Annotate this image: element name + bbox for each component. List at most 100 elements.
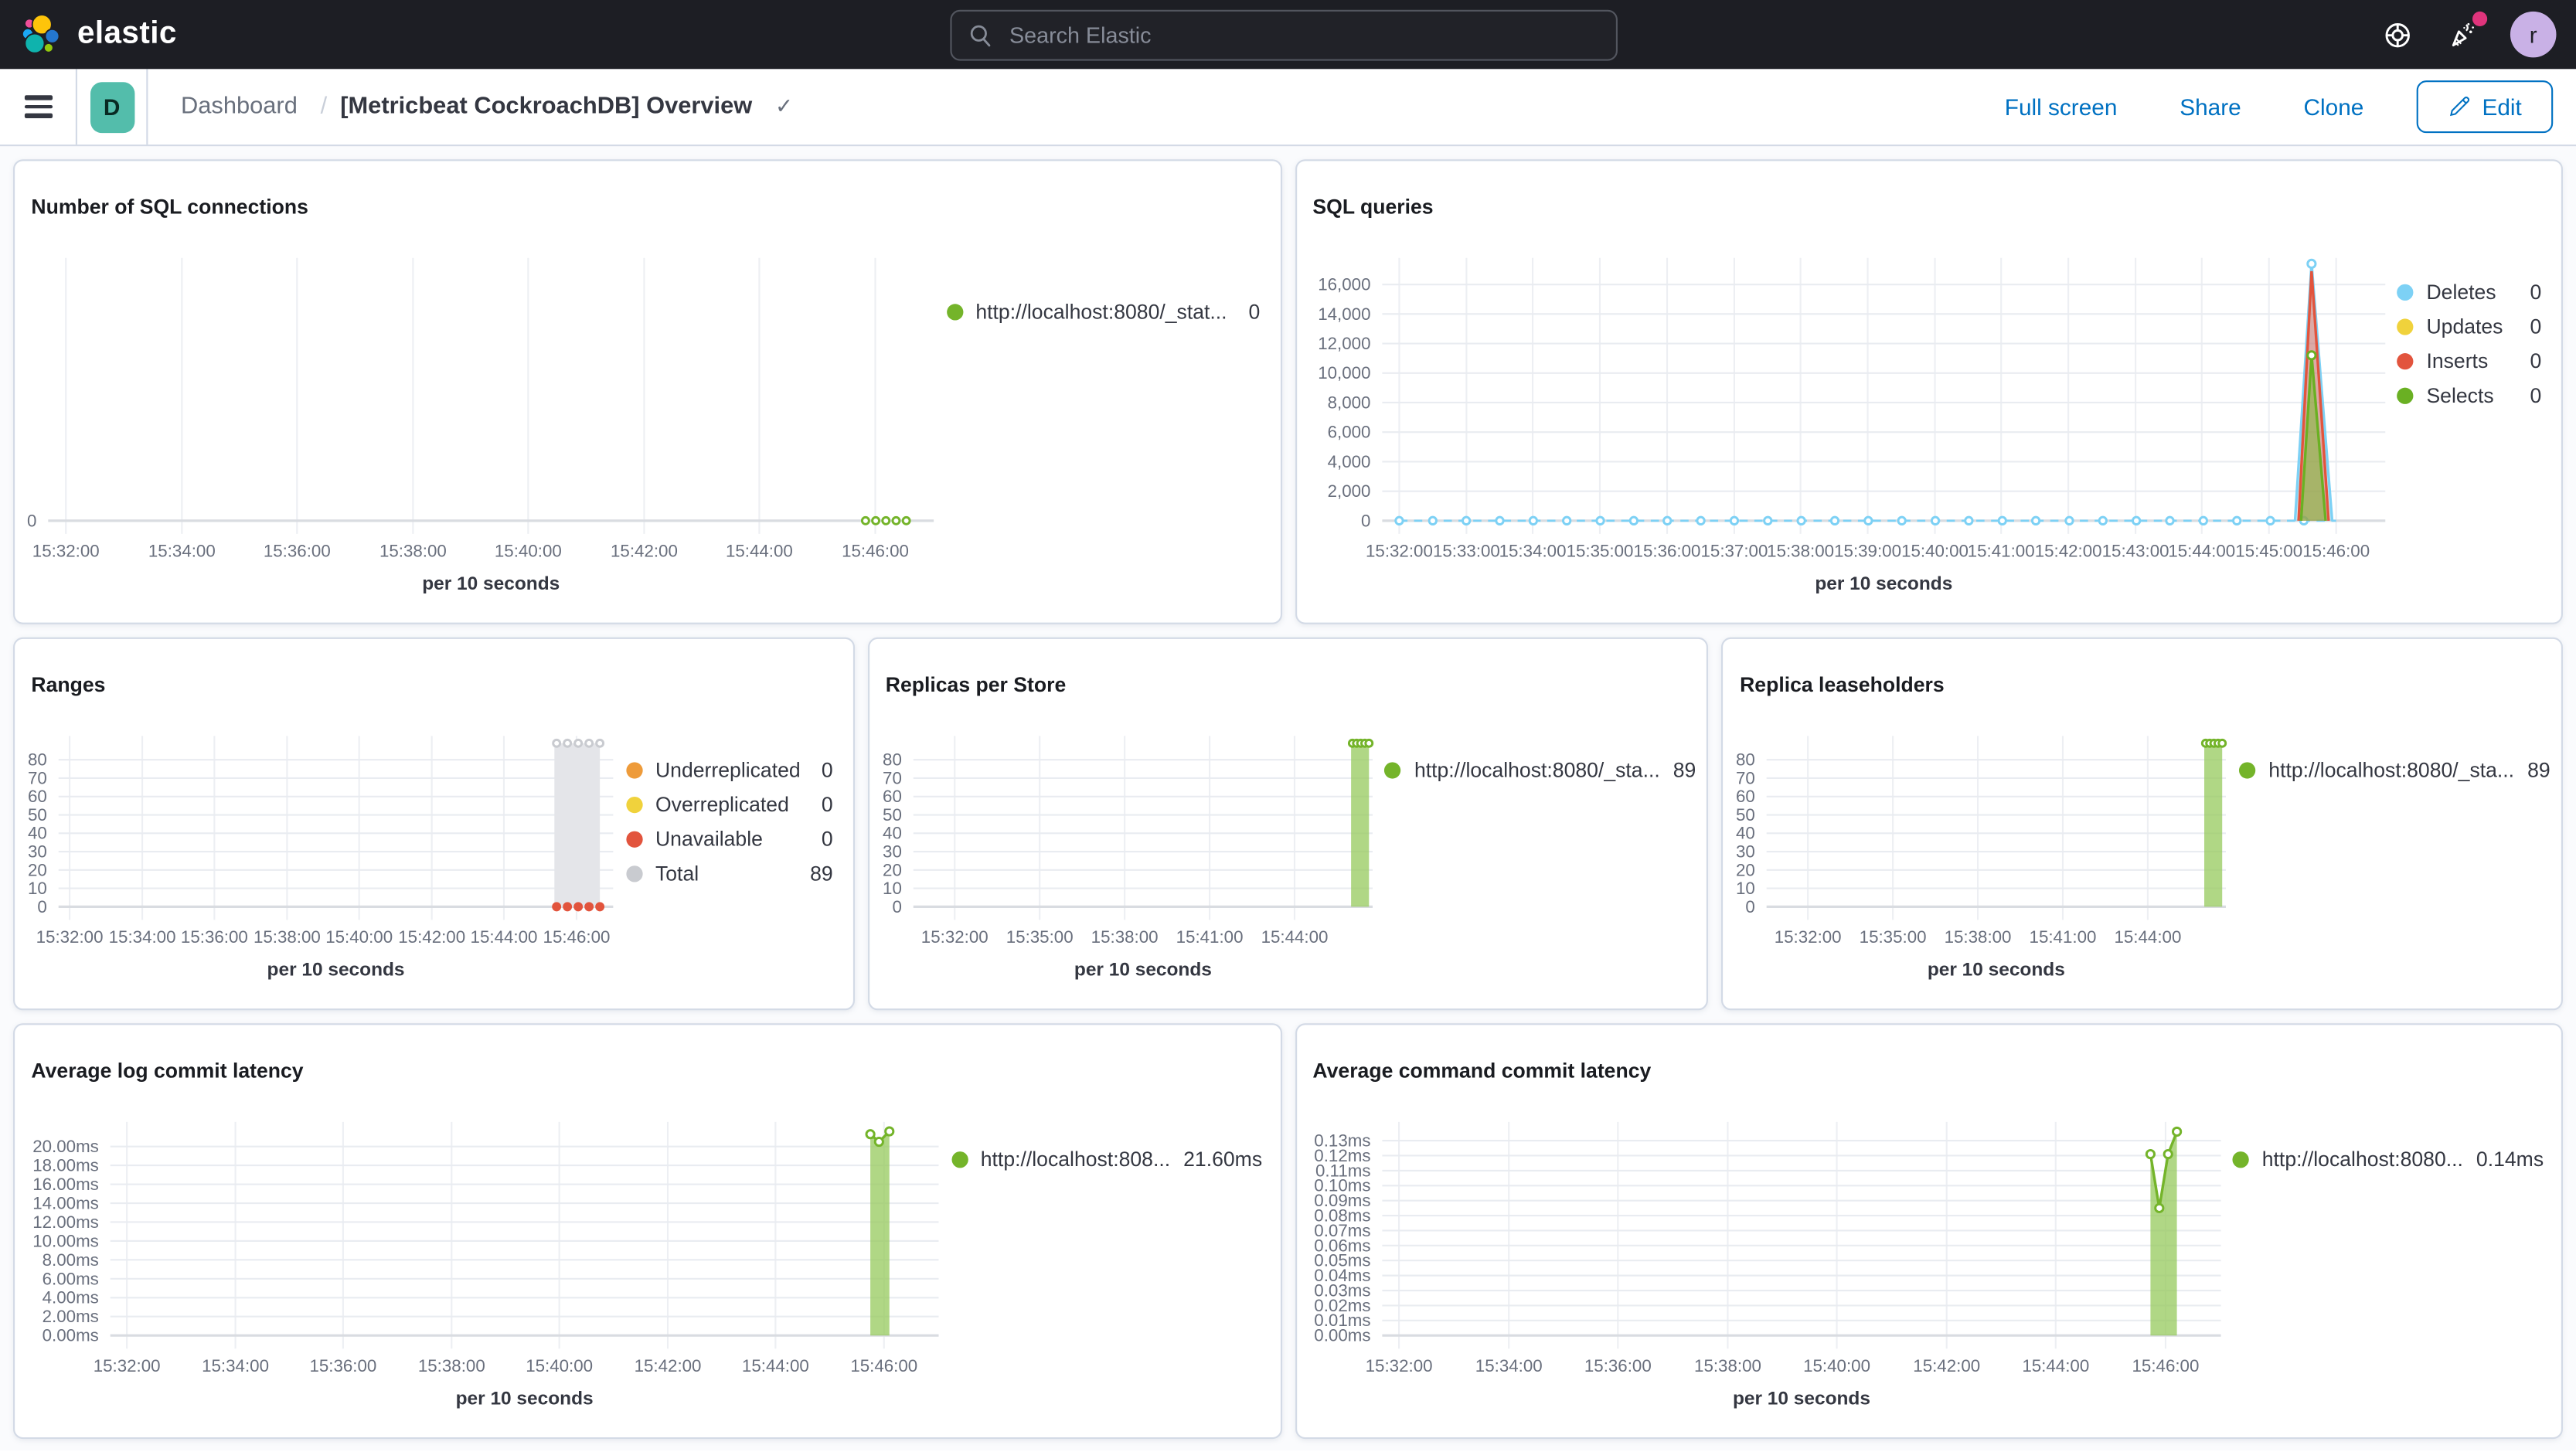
newsfeed-button[interactable] [2445,11,2488,53]
toolbar-actions: Full screen Share Clone Edit [1995,80,2576,134]
svg-text:15:32:00: 15:32:00 [32,542,100,561]
chart-legend: http://localhost:808... 21.60ms [951,1109,1279,1437]
panel-number-of-sql-connections[interactable]: Number of SQL connections 0 15:32:00 15:34… [13,159,1281,624]
legend-label: Selects [2426,384,2494,408]
legend-item[interactable]: Underreplicated 0 [625,759,833,782]
svg-text:30: 30 [1737,842,1756,862]
legend-item[interactable]: Updates 0 [2397,315,2541,338]
svg-text:15:34:00: 15:34:00 [148,542,216,561]
space-switcher[interactable]: D [77,69,146,145]
svg-text:10.00ms: 10.00ms [32,1231,99,1250]
svg-text:15:32:00: 15:32:00 [920,927,988,947]
svg-text:30: 30 [882,842,901,862]
legend-item[interactable]: Selects 0 [2397,384,2541,407]
edit-button-label: Edit [2482,94,2522,121]
svg-text:15:43:00: 15:43:00 [2101,542,2169,561]
svg-text:15:34:00: 15:34:00 [109,927,176,947]
svg-text:15:40:00: 15:40:00 [1802,1356,1870,1375]
legend-label: Underreplicated [655,759,801,782]
svg-text:15:38:00: 15:38:00 [1766,542,1833,561]
svg-text:15:38:00: 15:38:00 [1091,927,1158,947]
svg-text:per 10 seconds: per 10 seconds [1814,573,1952,594]
legend-item[interactable]: Inserts 0 [2397,350,2541,373]
panel-title: SQL queries [1312,194,1434,218]
svg-text:4,000: 4,000 [1327,452,1370,471]
legend-value: 0 [2530,315,2542,338]
svg-text:80: 80 [882,750,901,770]
svg-text:15:42:00: 15:42:00 [611,542,678,561]
legend-item[interactable]: Total 89 [625,862,833,886]
top-header-bar: elastic Search Elastic r [0,0,2576,70]
svg-text:60: 60 [882,787,901,806]
search-input[interactable] [1006,20,1600,49]
legend-item[interactable]: http://localhost:8080/_stat... 0 [946,301,1260,324]
panel-sql-queries[interactable]: SQL queries 0 2,000 4,000 6,000 8,000 10,000 1… [1295,159,2563,624]
svg-text:6.00ms: 6.00ms [43,1269,99,1288]
svg-text:0: 0 [27,511,36,530]
chart-ranges[interactable]: 0 10 20 30 40 50 60 70 80 15:32:00 15:34:00 15:36:0… [15,723,626,1008]
svg-text:70: 70 [882,768,901,787]
svg-text:10: 10 [1737,879,1756,898]
global-search-bar[interactable] [950,9,1618,60]
legend-label: Unavailable [655,828,763,852]
svg-text:15:35:00: 15:35:00 [1860,927,1927,947]
svg-text:15:33:00: 15:33:00 [1432,542,1499,561]
legend-label: Total [655,862,699,886]
svg-text:15:34:00: 15:34:00 [1475,1356,1542,1375]
life-ring-icon [2385,22,2410,47]
chart-sql-queries[interactable]: 0 2,000 4,000 6,000 8,000 10,000 12,000 14,000 1… [1296,245,2397,623]
svg-text:8.00ms: 8.00ms [43,1250,99,1270]
chart-replica-leaseholders[interactable]: 0 10 20 30 40 50 60 70 80 15:32:00 15:35:00 15:38:0… [1724,723,2239,1008]
edit-button[interactable]: Edit [2416,80,2554,134]
legend-item[interactable]: http://localhost:8080/_sta... 89 [1384,759,1696,782]
svg-text:15:44:00: 15:44:00 [2115,927,2182,947]
svg-text:50: 50 [1737,805,1756,825]
svg-text:15:32:00: 15:32:00 [1775,927,1842,947]
elastic-logo[interactable]: elastic [20,12,177,56]
share-button[interactable]: Share [2169,92,2251,121]
help-button[interactable] [2380,17,2415,52]
legend-item[interactable]: Deletes 0 [2397,281,2541,304]
svg-text:15:34:00: 15:34:00 [202,1356,269,1375]
legend-item[interactable]: Unavailable 0 [625,828,833,852]
panel-average-log-commit-latency[interactable]: Average log commit latency 0.00ms 2.00ms 4… [13,1023,1281,1440]
legend-value: 0 [2530,384,2542,408]
chart-log-commit-latency[interactable]: 0.00ms 2.00ms 4.00ms 6.00ms 8.00ms 10.00ms 12.… [15,1109,951,1437]
svg-text:0: 0 [1746,897,1755,916]
legend-value: 89 [1673,759,1696,782]
full-screen-button[interactable]: Full screen [1995,92,2127,121]
breadcrumb: Dashboard / [Metricbeat CockroachDB] Ove… [171,92,803,121]
breadcrumb-dashboard[interactable]: Dashboard [171,92,307,121]
chart-replicas-per-store[interactable]: 0 10 20 30 40 50 60 70 80 15:32:00 15:35:00 15:38:0… [869,723,1384,1008]
user-avatar[interactable]: r [2510,11,2557,58]
legend-item[interactable]: http://localhost:8080... 0.14ms [2232,1148,2544,1171]
svg-text:10: 10 [882,879,901,898]
menu-button[interactable] [0,69,76,145]
svg-text:15:42:00: 15:42:00 [398,927,465,947]
svg-text:12,000: 12,000 [1317,334,1370,353]
svg-text:15:36:00: 15:36:00 [1632,542,1700,561]
legend-item[interactable]: http://localhost:8080/_sta... 89 [2239,759,2550,782]
panel-ranges[interactable]: Ranges 0 10 20 30 40 50 60 70 80 15:32:00 15:34:00… [13,637,855,1011]
dashboard-grid: Number of SQL connections 0 15:32:00 15:34… [0,146,2576,1452]
legend-label: http://localhost:808... [980,1148,1171,1171]
clone-button[interactable]: Clone [2294,92,2374,121]
legend-item[interactable]: http://localhost:808... 21.60ms [951,1148,1262,1171]
svg-text:15:40:00: 15:40:00 [325,927,393,947]
chart-command-commit-latency[interactable]: 0.00ms 0.01ms 0.02ms 0.03ms 0.04ms 0.05ms 0.06… [1296,1109,2232,1437]
panel-title: Ranges [31,672,106,696]
svg-text:15:36:00: 15:36:00 [181,927,248,947]
chart-sql-connections[interactable]: 0 15:32:00 15:34:00 15:36:00 15:38:00 15:40:0… [15,245,946,623]
panel-average-command-commit-latency[interactable]: Average command commit latency 0.00ms 0.0… [1295,1023,2563,1440]
series-dot-icon [2397,353,2414,370]
svg-text:15:36:00: 15:36:00 [309,1356,376,1375]
svg-text:15:40:00: 15:40:00 [526,1356,593,1375]
panel-replicas-per-store[interactable]: Replicas per Store 0 10 20 30 40 50 60 70 80 15:3… [867,637,1709,1011]
svg-text:15:46:00: 15:46:00 [543,927,611,947]
title-menu-icon[interactable]: ✓ [765,92,803,121]
chart-legend: http://localhost:8080/_stat... 0 [946,245,1280,623]
panel-replica-leaseholders[interactable]: Replica leaseholders 0 10 20 30 40 50 60 70 80 15… [1721,637,2564,1011]
series-dot-icon [2397,318,2414,335]
legend-item[interactable]: Overreplicated 0 [625,794,833,816]
legend-value: 0 [2530,349,2542,373]
